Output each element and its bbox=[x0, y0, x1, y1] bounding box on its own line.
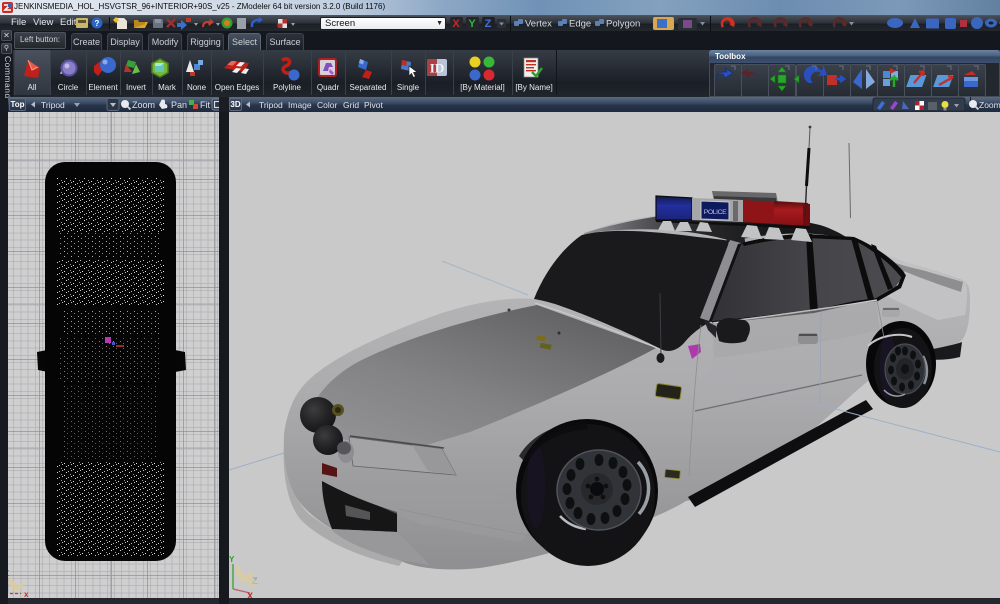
svg-text:Image: Image bbox=[288, 100, 312, 110]
svg-text:Pivot: Pivot bbox=[364, 100, 384, 110]
svg-text:Zoom: Zoom bbox=[132, 100, 155, 110]
svg-text:POLICE: POLICE bbox=[704, 209, 727, 216]
svg-text:Grid: Grid bbox=[343, 100, 359, 110]
svg-text:ID: ID bbox=[430, 61, 444, 76]
svg-text:Z: Z bbox=[8, 569, 9, 578]
svg-text:Vertex: Vertex bbox=[525, 19, 552, 30]
svg-text:Y: Y bbox=[468, 18, 476, 30]
svg-text:Z: Z bbox=[485, 18, 492, 30]
svg-text:X: X bbox=[452, 18, 460, 30]
svg-text:Color: Color bbox=[317, 100, 337, 110]
svg-text:Fit: Fit bbox=[200, 100, 210, 110]
svg-text:Y: Y bbox=[229, 555, 235, 564]
svg-text:Pan: Pan bbox=[171, 100, 187, 110]
svg-text:Zoom: Zoom bbox=[979, 100, 1000, 110]
svg-text:?: ? bbox=[95, 19, 100, 28]
svg-text:Edge: Edge bbox=[569, 19, 591, 30]
svg-text:Tripod: Tripod bbox=[259, 100, 283, 110]
svg-text:Polygon: Polygon bbox=[606, 19, 640, 30]
svg-text:Tripod: Tripod bbox=[41, 100, 65, 110]
